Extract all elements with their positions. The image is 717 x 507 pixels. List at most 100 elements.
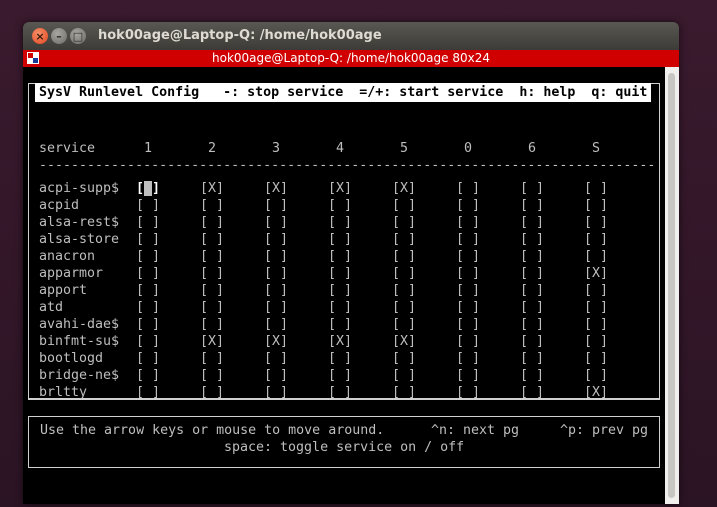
runlevel-checkbox[interactable]: [ ] — [520, 299, 544, 316]
runlevel-checkbox[interactable]: [ ] — [328, 367, 352, 384]
runlevel-checkbox[interactable]: [ ] — [520, 214, 544, 231]
runlevel-checkbox[interactable]: [ ] — [136, 384, 160, 401]
runlevel-checkbox[interactable]: [ ] — [264, 231, 288, 248]
runlevel-checkbox[interactable]: [X] — [584, 265, 608, 282]
runlevel-checkbox[interactable]: [ ] — [456, 248, 480, 265]
runlevel-checkbox[interactable]: [ ] — [328, 214, 352, 231]
runlevel-checkbox[interactable]: [ ] — [200, 282, 224, 299]
runlevel-checkbox[interactable]: [X] — [392, 180, 416, 197]
runlevel-checkbox[interactable]: [X] — [200, 333, 224, 350]
runlevel-checkbox[interactable]: [ ] — [392, 384, 416, 401]
runlevel-checkbox[interactable]: [ ] — [456, 367, 480, 384]
runlevel-checkbox[interactable]: [ ] — [584, 282, 608, 299]
minimize-button[interactable]: – — [51, 28, 67, 44]
runlevel-checkbox[interactable]: [ ] — [136, 197, 160, 214]
runlevel-checkbox[interactable]: [ ] — [328, 384, 352, 401]
runlevel-checkbox[interactable]: [ ] — [264, 299, 288, 316]
runlevel-checkbox[interactable]: [ ] — [200, 265, 224, 282]
runlevel-checkbox[interactable]: [ ] — [200, 248, 224, 265]
runlevel-checkbox[interactable]: [X] — [264, 180, 288, 197]
runlevel-checkbox[interactable]: [ ] — [456, 316, 480, 333]
runlevel-checkbox[interactable]: [ ] — [328, 265, 352, 282]
runlevel-checkbox[interactable]: [ ] — [584, 350, 608, 367]
runlevel-checkbox[interactable]: [ ] — [200, 367, 224, 384]
runlevel-checkbox[interactable]: [ ] — [136, 248, 160, 265]
runlevel-checkbox[interactable]: [ ] — [136, 231, 160, 248]
runlevel-checkbox[interactable]: [ ] — [264, 350, 288, 367]
runlevel-checkbox[interactable]: [X] — [264, 333, 288, 350]
terminal-screen[interactable]: SysV Runlevel Config -: stop service =/+… — [23, 67, 665, 504]
runlevel-checkbox[interactable]: [ ] — [136, 350, 160, 367]
runlevel-checkbox[interactable]: [ ] — [456, 333, 480, 350]
runlevel-checkbox[interactable]: [ ] — [520, 231, 544, 248]
runlevel-checkbox[interactable]: [ ] — [200, 350, 224, 367]
runlevel-checkbox[interactable]: [ ] — [520, 333, 544, 350]
runlevel-checkbox[interactable]: [ ] — [520, 180, 544, 197]
runlevel-checkbox[interactable]: [ ] — [584, 248, 608, 265]
runlevel-checkbox[interactable]: [ ] — [200, 316, 224, 333]
runlevel-checkbox[interactable]: [ ] — [584, 333, 608, 350]
runlevel-checkbox[interactable]: [ ] — [456, 214, 480, 231]
runlevel-checkbox[interactable]: [ ] — [584, 316, 608, 333]
runlevel-checkbox[interactable]: [ ] — [264, 384, 288, 401]
runlevel-checkbox[interactable]: [ ] — [264, 248, 288, 265]
runlevel-checkbox[interactable]: [ ] — [584, 367, 608, 384]
runlevel-checkbox[interactable]: [ ] — [136, 214, 160, 231]
runlevel-checkbox[interactable]: [ ] — [328, 299, 352, 316]
maximize-button[interactable]: □ — [70, 28, 86, 44]
runlevel-checkbox[interactable]: [ ] — [584, 231, 608, 248]
runlevel-checkbox[interactable]: [ ] — [392, 197, 416, 214]
runlevel-checkbox[interactable]: [ ] — [264, 265, 288, 282]
runlevel-checkbox[interactable]: [ ] — [392, 214, 416, 231]
runlevel-checkbox[interactable]: [ ] — [136, 299, 160, 316]
runlevel-checkbox[interactable]: [ ] — [584, 180, 608, 197]
runlevel-checkbox[interactable]: [X] — [584, 384, 608, 401]
runlevel-checkbox[interactable]: [ ] — [200, 214, 224, 231]
scrollbar-thumb[interactable] — [668, 73, 675, 498]
runlevel-checkbox[interactable]: [ ] — [392, 299, 416, 316]
runlevel-checkbox[interactable]: [ ] — [200, 384, 224, 401]
runlevel-checkbox[interactable]: [ ] — [392, 265, 416, 282]
runlevel-checkbox[interactable]: [ ] — [584, 214, 608, 231]
runlevel-checkbox[interactable]: [ ] — [328, 231, 352, 248]
runlevel-checkbox[interactable]: [ ] — [264, 367, 288, 384]
runlevel-checkbox[interactable]: [ ] — [456, 265, 480, 282]
runlevel-checkbox[interactable]: [ ] — [456, 180, 480, 197]
runlevel-checkbox[interactable]: [ ] — [456, 231, 480, 248]
runlevel-checkbox[interactable]: [ ] — [264, 197, 288, 214]
runlevel-checkbox[interactable]: [ ] — [264, 282, 288, 299]
runlevel-checkbox[interactable]: [ ] — [520, 197, 544, 214]
runlevel-checkbox[interactable]: [ ] — [520, 350, 544, 367]
runlevel-checkbox[interactable]: [ ] — [136, 367, 160, 384]
runlevel-checkbox[interactable]: [ ] — [328, 316, 352, 333]
runlevel-checkbox[interactable]: [ ] — [520, 384, 544, 401]
close-button[interactable]: × — [32, 28, 48, 44]
runlevel-checkbox[interactable]: [ ] — [264, 214, 288, 231]
runlevel-checkbox[interactable]: [ ] — [520, 248, 544, 265]
runlevel-checkbox[interactable]: [ ] — [456, 197, 480, 214]
runlevel-checkbox[interactable]: [ ] — [520, 367, 544, 384]
runlevel-checkbox[interactable]: [ ] — [200, 299, 224, 316]
scrollbar[interactable] — [665, 67, 679, 504]
runlevel-checkbox[interactable]: [X] — [200, 180, 224, 197]
runlevel-checkbox[interactable]: [ ] — [456, 299, 480, 316]
runlevel-checkbox[interactable]: [ ] — [136, 265, 160, 282]
runlevel-checkbox[interactable]: [ ] — [392, 282, 416, 299]
terminal-tab[interactable]: hok00age@Laptop-Q: /home/hok00age 80x24 — [23, 50, 679, 67]
runlevel-checkbox[interactable]: [X] — [392, 333, 416, 350]
runlevel-checkbox[interactable]: [ ] — [392, 231, 416, 248]
window-titlebar[interactable]: × – □ hok00age@Laptop-Q: /home/hok00age — [23, 22, 679, 50]
runlevel-checkbox[interactable]: [ ] — [456, 282, 480, 299]
runlevel-checkbox[interactable]: [ ] — [328, 248, 352, 265]
runlevel-checkbox[interactable]: [ ] — [200, 231, 224, 248]
runlevel-checkbox[interactable]: [ ] — [392, 350, 416, 367]
runlevel-checkbox[interactable]: [ ] — [136, 316, 160, 333]
runlevel-checkbox[interactable]: [ ] — [456, 350, 480, 367]
runlevel-checkbox[interactable]: [ ] — [264, 316, 288, 333]
runlevel-checkbox[interactable]: [ ] — [520, 282, 544, 299]
runlevel-checkbox[interactable]: [X] — [328, 180, 352, 197]
runlevel-checkbox[interactable]: [ ] — [328, 350, 352, 367]
runlevel-checkbox[interactable]: [ ] — [328, 282, 352, 299]
runlevel-checkbox[interactable]: [ ] — [584, 299, 608, 316]
runlevel-checkbox[interactable]: [ ] — [520, 265, 544, 282]
